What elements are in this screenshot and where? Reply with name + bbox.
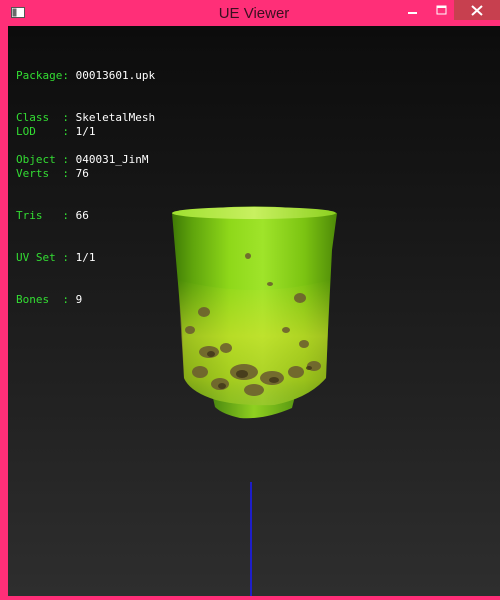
info-row-verts: Verts : 76 <box>16 167 95 181</box>
info-label: Bones : <box>16 293 69 306</box>
info-value: 1/1 <box>75 251 96 264</box>
info-label: UV Set : <box>16 251 69 264</box>
info-row-uvset: UV Set : 1/1 <box>16 251 95 265</box>
minimize-button[interactable] <box>398 0 428 20</box>
info-row-package: Package: 00013601.upk <box>16 69 155 83</box>
info-label: LOD : <box>16 125 69 138</box>
app-window: UE Viewer Package: 00013601.upk Class: … <box>0 0 500 600</box>
mesh-stats-block: LOD : 1/1 Verts : 76 Tris : 66 UV Set : … <box>16 97 95 335</box>
close-button[interactable] <box>454 0 500 20</box>
close-icon <box>471 5 483 16</box>
info-value: 9 <box>75 293 83 306</box>
info-value: 66 <box>75 209 89 222</box>
info-value: 1/1 <box>75 125 96 138</box>
info-row-bones: Bones : 9 <box>16 293 95 307</box>
3d-viewport[interactable]: Package: 00013601.upk Class : SkeletalMe… <box>8 26 500 596</box>
minimize-icon <box>408 12 417 14</box>
mesh-rim <box>172 207 336 219</box>
info-row-lod: LOD : 1/1 <box>16 125 95 139</box>
title-bar[interactable]: UE Viewer <box>4 0 500 26</box>
info-label: Verts : <box>16 167 69 180</box>
maximize-button[interactable] <box>428 0 454 20</box>
maximize-icon <box>436 5 447 15</box>
info-value: 00013601.upk <box>75 69 156 82</box>
info-label: Package: <box>16 69 69 82</box>
info-row-tris: Tris : 66 <box>16 209 95 223</box>
info-value: 76 <box>75 167 89 180</box>
info-label: Tris : <box>16 209 69 222</box>
